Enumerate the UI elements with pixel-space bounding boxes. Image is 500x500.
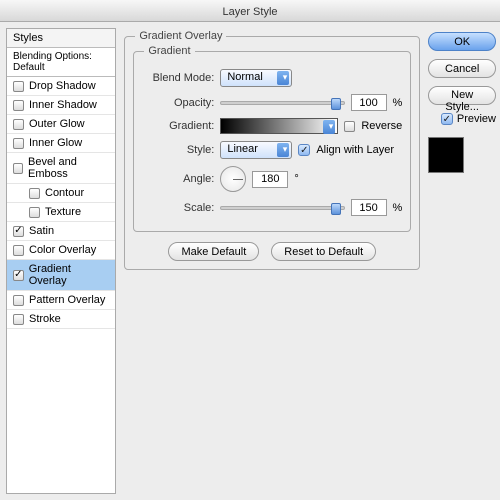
sidebar-subheader[interactable]: Blending Options: Default — [7, 48, 115, 77]
gradient-picker-wrap[interactable] — [220, 118, 338, 134]
scale-thumb[interactable] — [331, 203, 341, 215]
style-item-pattern-overlay[interactable]: Pattern Overlay — [7, 291, 115, 310]
scale-unit: % — [393, 202, 403, 214]
style-checkbox[interactable] — [29, 188, 40, 199]
style-select[interactable]: Linear — [220, 141, 292, 159]
opacity-label: Opacity: — [142, 97, 214, 109]
new-style-button[interactable]: New Style... — [428, 86, 496, 105]
style-item-stroke[interactable]: Stroke — [7, 310, 115, 329]
layer-style-dialog: Layer Style Styles Blending Options: Def… — [0, 0, 500, 500]
style-item-satin[interactable]: Satin — [7, 222, 115, 241]
style-checkbox[interactable] — [13, 100, 24, 111]
opacity-input[interactable] — [351, 94, 387, 111]
window-title: Layer Style — [222, 6, 277, 18]
blend-mode-label: Blend Mode: — [142, 72, 214, 84]
opacity-unit: % — [393, 97, 403, 109]
preview-swatch — [428, 137, 464, 173]
scale-slider[interactable] — [220, 206, 344, 210]
group-legend: Gradient Overlay — [135, 30, 226, 42]
sidebar-header[interactable]: Styles — [7, 29, 115, 48]
style-checkbox[interactable] — [29, 207, 40, 218]
style-checkbox[interactable] — [13, 119, 24, 130]
style-checkbox[interactable] — [13, 270, 24, 281]
preview-checkbox[interactable] — [441, 113, 453, 125]
reverse-label: Reverse — [361, 120, 402, 132]
style-select-wrap[interactable]: Linear — [220, 141, 292, 159]
titlebar: Layer Style — [0, 0, 500, 22]
blend-mode-select[interactable]: Normal — [220, 69, 292, 87]
opacity-row: Opacity: % — [142, 94, 402, 111]
style-item-inner-glow[interactable]: Inner Glow — [7, 134, 115, 153]
blend-mode-select-wrap[interactable]: Normal — [220, 69, 292, 87]
style-label: Bevel and Emboss — [28, 156, 109, 180]
reverse-checkbox[interactable] — [344, 121, 355, 132]
style-label: Stroke — [29, 313, 61, 325]
blend-mode-row: Blend Mode: Normal — [142, 69, 402, 87]
opacity-thumb[interactable] — [331, 98, 341, 110]
style-checkbox[interactable] — [13, 226, 24, 237]
style-checkbox[interactable] — [13, 138, 24, 149]
align-label: Align with Layer — [316, 144, 394, 156]
reset-default-button[interactable]: Reset to Default — [271, 242, 376, 261]
style-label: Inner Shadow — [29, 99, 97, 111]
gradient-label: Gradient: — [142, 120, 214, 132]
style-checkbox[interactable] — [13, 314, 24, 325]
style-label: Gradient Overlay — [29, 263, 110, 287]
gradient-preview[interactable] — [220, 118, 338, 134]
settings-panel: Gradient Overlay Gradient Blend Mode: No… — [124, 28, 420, 494]
scale-row: Scale: % — [142, 199, 402, 216]
make-default-button[interactable]: Make Default — [168, 242, 259, 261]
style-label: Drop Shadow — [29, 80, 96, 92]
opacity-slider[interactable] — [220, 101, 344, 105]
angle-unit: ° — [294, 173, 298, 185]
right-column: OK Cancel New Style... Preview — [428, 28, 500, 494]
style-item-drop-shadow[interactable]: Drop Shadow — [7, 77, 115, 96]
style-label: Pattern Overlay — [29, 294, 105, 306]
gradient-overlay-group: Gradient Overlay Gradient Blend Mode: No… — [124, 36, 420, 270]
style-label: Color Overlay — [29, 244, 96, 256]
style-label: Satin — [29, 225, 54, 237]
cancel-button[interactable]: Cancel — [428, 59, 496, 78]
style-label: Outer Glow — [29, 118, 85, 130]
style-item-contour[interactable]: Contour — [7, 184, 115, 203]
style-label: Inner Glow — [29, 137, 82, 149]
style-item-gradient-overlay[interactable]: Gradient Overlay — [7, 260, 115, 291]
gradient-subgroup: Gradient Blend Mode: Normal Opacity: % — [133, 51, 411, 232]
style-item-outer-glow[interactable]: Outer Glow — [7, 115, 115, 134]
style-checkbox[interactable] — [13, 163, 23, 174]
angle-row: Angle: ° — [142, 166, 402, 192]
style-label: Contour — [45, 187, 84, 199]
style-label: Style: — [142, 144, 214, 156]
angle-wheel[interactable] — [220, 166, 246, 192]
style-checkbox[interactable] — [13, 81, 24, 92]
style-label: Texture — [45, 206, 81, 218]
style-item-bevel-and-emboss[interactable]: Bevel and Emboss — [7, 153, 115, 184]
preview-row: Preview — [428, 113, 496, 125]
style-checkbox[interactable] — [13, 245, 24, 256]
gradient-row: Gradient: Reverse — [142, 118, 402, 134]
style-item-color-overlay[interactable]: Color Overlay — [7, 241, 115, 260]
subgroup-legend: Gradient — [144, 45, 194, 57]
preview-label: Preview — [457, 113, 496, 125]
default-buttons-row: Make Default Reset to Default — [133, 242, 411, 261]
style-item-texture[interactable]: Texture — [7, 203, 115, 222]
style-row: Style: Linear Align with Layer — [142, 141, 402, 159]
scale-label: Scale: — [142, 202, 214, 214]
ok-button[interactable]: OK — [428, 32, 496, 51]
style-list: Drop Shadow Inner Shadow Outer Glow Inner G… — [7, 77, 115, 329]
angle-input[interactable] — [252, 171, 288, 188]
angle-label: Angle: — [142, 173, 214, 185]
scale-input[interactable] — [351, 199, 387, 216]
dialog-body: Styles Blending Options: Default Drop Sh… — [0, 22, 500, 500]
styles-sidebar: Styles Blending Options: Default Drop Sh… — [6, 28, 116, 494]
style-checkbox[interactable] — [13, 295, 24, 306]
style-item-inner-shadow[interactable]: Inner Shadow — [7, 96, 115, 115]
align-checkbox[interactable] — [298, 144, 310, 156]
